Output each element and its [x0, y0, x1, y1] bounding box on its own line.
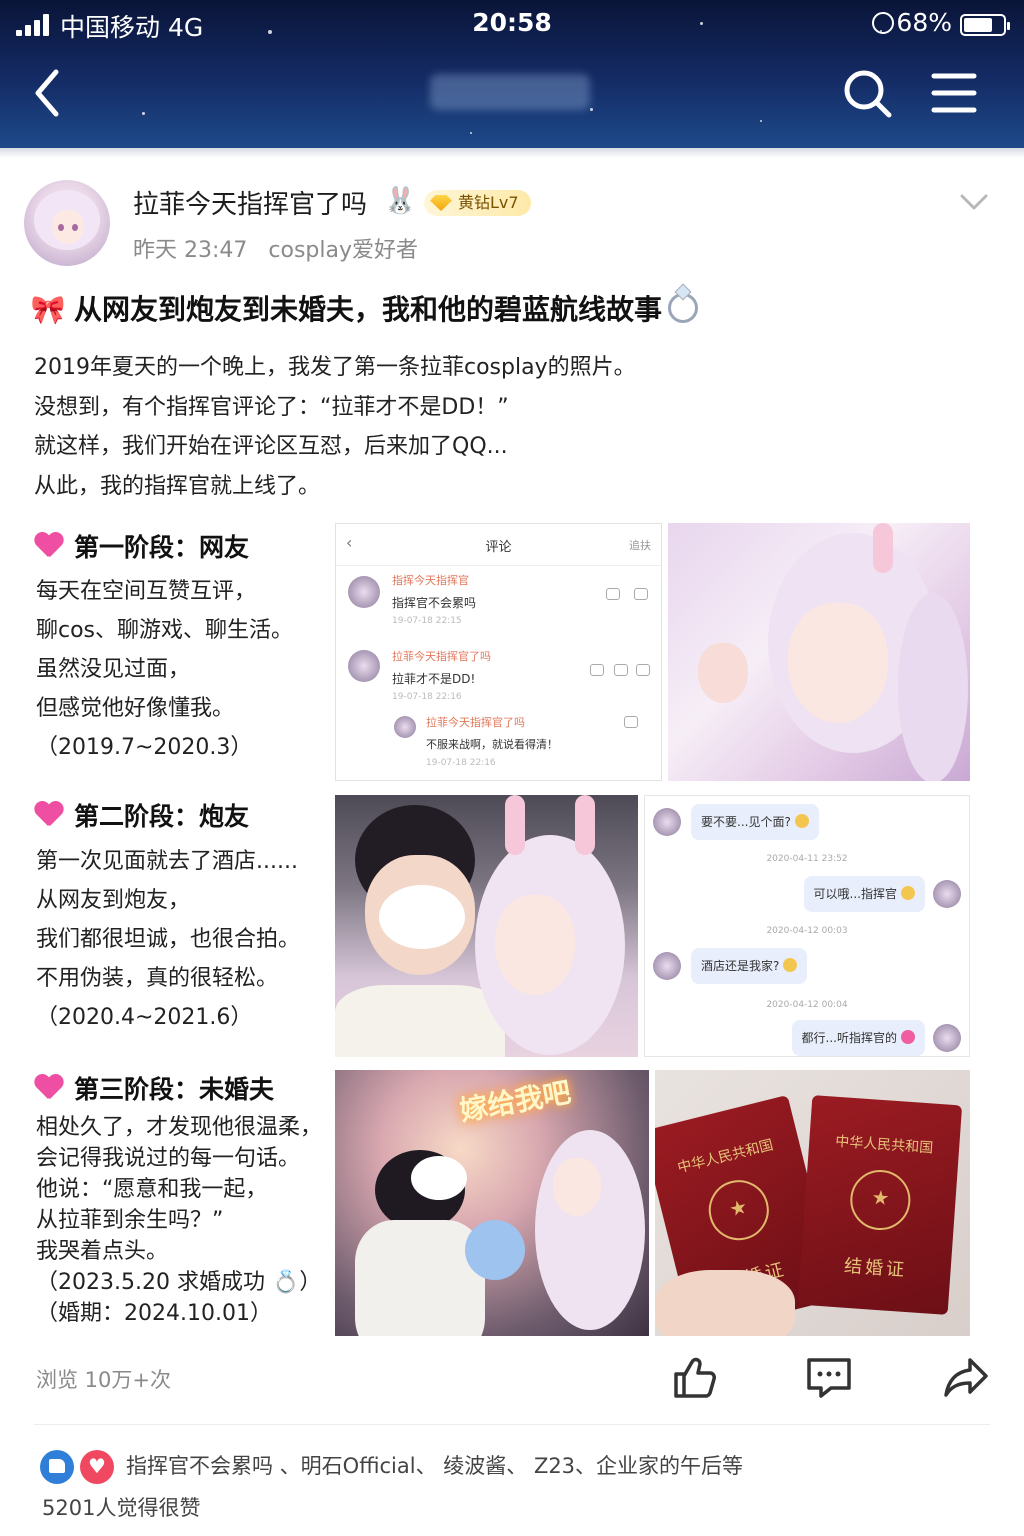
comments-screenshot[interactable]: ‹ 评论 追扶 指挥今天指挥官 指挥官不会累吗 19-07-18 22:15 拉菲今…: [335, 523, 662, 781]
heart-icon: [34, 533, 64, 559]
national-emblem-icon: [702, 1173, 776, 1247]
vip-badge: 黄钻Lv7: [424, 190, 531, 216]
search-icon[interactable]: [840, 66, 894, 120]
chevron-down-icon[interactable]: [958, 190, 990, 214]
stage-2-title: 第二阶段：炮友: [34, 797, 249, 833]
likers-list[interactable]: 指挥官不会累吗 、明石Official、 绫波酱、 Z23、企业家的午后等: [126, 1450, 743, 1480]
rotation-lock-icon: [872, 12, 894, 34]
proposal-photo[interactable]: 嫁给我吧: [335, 1070, 649, 1336]
stage-3-title: 第三阶段：未婚夫: [34, 1070, 274, 1106]
post-title: 🎀 从网友到炮友到未婚夫，我和他的碧蓝航线故事: [30, 288, 699, 328]
comment-button[interactable]: [804, 1352, 854, 1402]
diamond-icon: [430, 195, 452, 211]
thumbs-up-icon: [40, 1450, 74, 1484]
heart-icon: [34, 1075, 64, 1101]
back-button[interactable]: [26, 66, 74, 120]
chat-bubble: 要不要...见个面?: [691, 804, 819, 840]
heart-icon: [34, 802, 64, 828]
battery-icon: [960, 14, 1010, 36]
top-bar: 中国移动 4G 20:58 68%: [0, 0, 1024, 148]
marriage-certificate-photo[interactable]: 中华人民共和国 结婚证 中华人民共和国 结婚证: [655, 1070, 970, 1336]
chat-bubble: 都行...听指挥官的: [791, 1020, 925, 1056]
ribbon-icon: 🎀: [30, 293, 66, 326]
divider: [34, 1424, 990, 1425]
bunny-icon: 🐰: [384, 186, 417, 216]
battery-percent: 68%: [896, 8, 952, 37]
like-button[interactable]: [670, 1352, 720, 1402]
post-meta: 昨天 23:47 cosplay爱好者: [133, 238, 418, 263]
view-count: 浏览 10万+次: [36, 1368, 171, 1392]
avatar[interactable]: [24, 180, 110, 266]
clock: 20:58: [472, 8, 552, 37]
chat-bubble: 酒店还是我家?: [691, 948, 808, 984]
heart-icon: [80, 1450, 114, 1484]
status-bar: 中国移动 4G 20:58 68%: [0, 6, 1024, 42]
like-count[interactable]: 5201人觉得很赞: [42, 1492, 200, 1522]
stage-1-body: 每天在空间互赞互评， 聊cos、聊游戏、聊生活。 虽然没见过面， 但感觉他好像懂…: [36, 579, 294, 760]
national-emblem-icon: [848, 1167, 913, 1233]
hamburger-menu-icon[interactable]: [930, 70, 978, 116]
post-intro: 2019年夏天的一个晚上，我发了第一条拉菲cosplay的照片。 没想到，有个指…: [34, 355, 636, 499]
header-shadow: [0, 148, 1024, 158]
proposal-banner: 嫁给我吧: [457, 1075, 574, 1128]
couple-photo[interactable]: [335, 795, 638, 1057]
chat-bubble: 可以哦...指挥官: [803, 876, 925, 912]
stage-1-title: 第一阶段：网友: [34, 528, 249, 564]
chat-screenshot[interactable]: 要不要...见个面? 2020-04-11 23:52 可以哦...指挥官 20…: [644, 795, 970, 1057]
author-name[interactable]: 拉菲今天指挥官了吗: [133, 184, 367, 221]
ring-icon: [668, 293, 699, 323]
blurred-title: [430, 74, 590, 110]
cosplay-photo-1[interactable]: [668, 523, 970, 781]
stage-2-body: 第一次见面就去了酒店...... 从网友到炮友， 我们都很坦诚，也很合拍。 不用…: [36, 849, 301, 1030]
stage-3-body: 相处久了，才发现他很温柔， 会记得我说过的每一句话。 他说：“愿意和我一起， 从…: [36, 1115, 323, 1326]
share-button[interactable]: [942, 1352, 992, 1402]
